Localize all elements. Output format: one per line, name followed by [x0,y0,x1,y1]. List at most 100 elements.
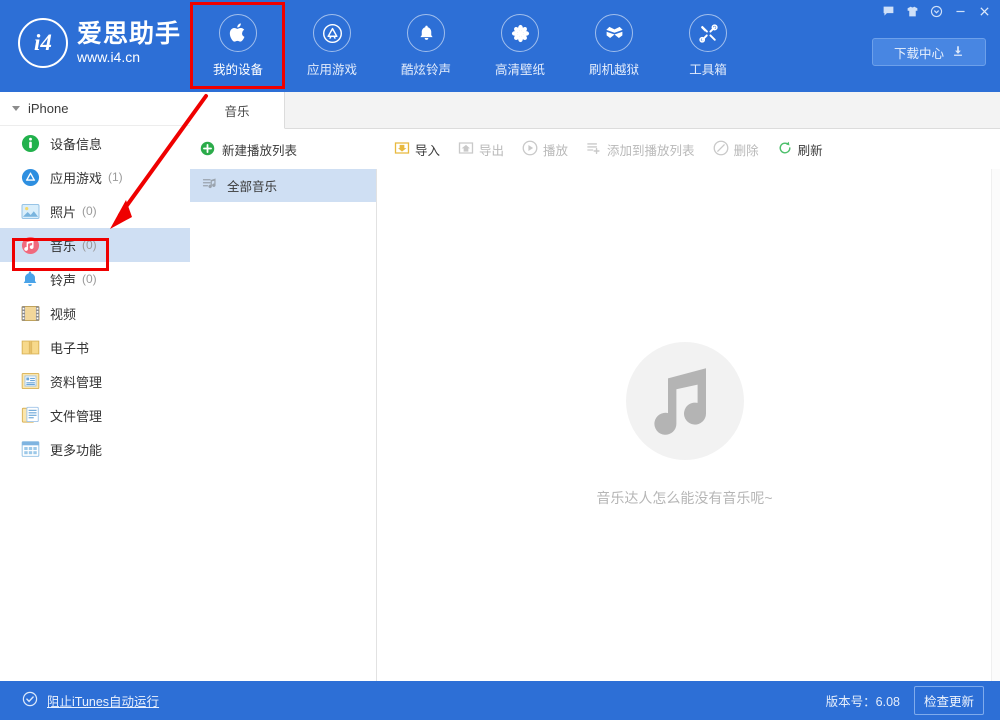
sidebar-item-ringtones[interactable]: 铃声 (0) [0,262,190,296]
delete-icon [713,140,729,159]
bell-icon [20,269,40,289]
window-controls [876,0,996,22]
feedback-icon[interactable] [876,0,900,22]
skin-icon[interactable] [900,0,924,22]
nav-tab-apps-games[interactable]: 应用游戏 [285,0,379,92]
status-bar: 阻止iTunes自动运行 版本号：6.08 检查更新 [0,681,1000,720]
minimize-icon[interactable] [948,0,972,22]
brand-url: www.i4.cn [77,50,181,64]
addlist-icon [586,140,602,159]
file-icon [20,405,40,425]
export-label: 导出 [479,140,504,159]
sidebar-item-label: 设备信息 [50,134,102,153]
sidebar-item-label: 电子书 [50,338,89,357]
play-button[interactable]: 播放 [522,140,568,159]
sidebar-item-label: 音乐 [50,236,76,255]
download-center-label: 下载中心 [894,43,944,62]
nav-tab-flash-jailbreak[interactable]: 刷机越狱 [567,0,661,92]
box-icon [595,14,633,52]
nav-tab-toolbox[interactable]: 工具箱 [661,0,755,92]
add-to-playlist-button[interactable]: 添加到播放列表 [586,140,695,159]
download-icon [952,45,964,60]
sidebar-item-label: 资料管理 [50,372,102,391]
caret-down-icon [12,106,20,111]
sidebar-item-data-management[interactable]: 资料管理 [0,364,190,398]
new-playlist-button[interactable]: 新建播放列表 [190,140,376,159]
export-icon [458,140,474,159]
sidebar: iPhone 设备信息 应用游戏 (1) 照片 (0) [0,92,191,681]
sidebar-item-music[interactable]: 音乐 (0) [0,228,190,262]
sidebar-item-file-management[interactable]: 文件管理 [0,398,190,432]
itunes-autorun-toggle[interactable]: 阻止iTunes自动运行 [22,691,159,710]
refresh-button[interactable]: 刷新 [777,140,823,159]
import-icon [394,140,410,159]
sidebar-item-label: 照片 [50,202,76,221]
sidebar-item-device-info[interactable]: 设备信息 [0,126,190,160]
sidebar-item-label: 应用游戏 [50,168,102,187]
playlist-icon [202,176,218,195]
bell-icon [407,14,445,52]
import-button[interactable]: 导入 [394,140,440,159]
logo-mark: i4 [18,18,68,68]
book-icon [20,337,40,357]
download-center-button[interactable]: 下载中心 [872,38,986,66]
empty-state: 音乐达人怎么能没有音乐呢~ [377,169,992,681]
nav-tab-label: 酷炫铃声 [401,59,451,78]
close-icon[interactable] [972,0,996,22]
new-playlist-label: 新建播放列表 [222,140,297,159]
status-bar-right: 版本号：6.08 检查更新 [826,686,984,715]
sidebar-item-videos[interactable]: 视频 [0,296,190,330]
play-icon [522,140,538,159]
nav-tab-label: 应用游戏 [307,59,357,78]
playlist-item-all-music[interactable]: 全部音乐 [190,169,376,202]
vertical-scrollbar[interactable] [991,169,1000,681]
main-nav-tabs: 我的设备 应用游戏 酷炫铃声 [191,0,755,92]
sidebar-item-count: (0) [82,238,97,252]
chevron-down-icon[interactable] [924,0,948,22]
content-tab-strip: 音乐 [190,92,1000,129]
import-label: 导入 [415,140,440,159]
sidebar-item-apps-games[interactable]: 应用游戏 (1) [0,160,190,194]
top-navigation-bar: i4 爱思助手 www.i4.cn 我的设备 应用游戏 [0,0,1000,92]
tab-music[interactable]: 音乐 [190,92,285,129]
plus-circle-icon [200,141,215,159]
add-to-playlist-label: 添加到播放列表 [607,140,695,159]
app-logo: i4 爱思助手 www.i4.cn [18,18,181,68]
sidebar-item-count: (0) [82,272,97,286]
sidebar-item-label: 更多功能 [50,440,102,459]
nav-tab-label: 我的设备 [213,59,263,78]
nav-tab-my-device[interactable]: 我的设备 [191,0,285,92]
sidebar-item-count: (0) [82,204,97,218]
apple-icon [219,14,257,52]
sidebar-item-photos[interactable]: 照片 (0) [0,194,190,228]
sidebar-item-label: 文件管理 [50,406,102,425]
itunes-autorun-label: 阻止iTunes自动运行 [47,691,159,710]
nav-tab-label: 高清壁纸 [495,59,545,78]
device-name: iPhone [28,101,68,116]
sidebar-item-label: 视频 [50,304,76,323]
sidebar-item-more-features[interactable]: 更多功能 [0,432,190,466]
appstore-icon [20,167,40,187]
content-area: 音乐 新建播放列表 导入 [190,92,1000,681]
playlist-panel: 全部音乐 [190,169,377,681]
sidebar-item-count: (1) [108,170,123,184]
check-update-button[interactable]: 检查更新 [914,686,984,715]
playlist-item-label: 全部音乐 [227,176,277,195]
toolbar-actions: 导入 导出 播放 [376,140,823,159]
refresh-icon [777,140,793,159]
device-header[interactable]: iPhone [0,92,190,126]
delete-label: 删除 [734,140,759,159]
sidebar-item-ebooks[interactable]: 电子书 [0,330,190,364]
export-button[interactable]: 导出 [458,140,504,159]
delete-button[interactable]: 删除 [713,140,759,159]
music-icon [20,235,40,255]
nav-tab-wallpapers[interactable]: 高清壁纸 [473,0,567,92]
data-icon [20,371,40,391]
check-circle-icon [22,691,38,710]
nav-tab-label: 刷机越狱 [589,59,639,78]
nav-tab-ringtones[interactable]: 酷炫铃声 [379,0,473,92]
flower-icon [501,14,539,52]
music-note-icon [626,342,744,460]
application-window: i4 爱思助手 www.i4.cn 我的设备 应用游戏 [0,0,1000,720]
photo-icon [20,201,40,221]
